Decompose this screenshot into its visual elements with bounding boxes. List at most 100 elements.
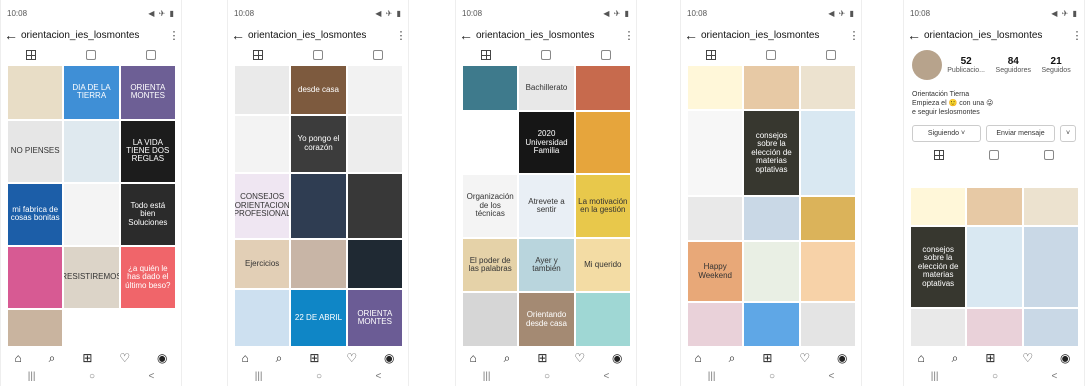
post-tile[interactable]: NO PIENSES <box>8 120 63 182</box>
add-post-icon[interactable]: ⊞ <box>985 351 995 365</box>
home-button-icon[interactable]: ○ <box>992 371 998 382</box>
recent-apps-icon[interactable]: ||| <box>708 371 716 382</box>
post-tile[interactable]: CONSEJOS ORIENTACION PROFESIONAL <box>235 173 290 239</box>
add-post-icon[interactable]: ⊞ <box>309 351 319 365</box>
reels-tab-icon[interactable] <box>766 50 776 60</box>
following-count[interactable]: 21 Seguidos <box>1042 56 1071 74</box>
post-tile[interactable]: Orientando desde casa <box>519 293 574 346</box>
home-button-icon[interactable]: ○ <box>544 371 550 382</box>
post-tile[interactable]: 22 DE ABRIL <box>291 289 346 346</box>
back-arrow-icon[interactable]: ← <box>681 27 701 43</box>
tagged-tab-icon[interactable] <box>1043 150 1054 161</box>
add-post-icon[interactable]: ⊞ <box>82 351 92 365</box>
heart-icon[interactable]: ♡ <box>799 351 810 365</box>
post-tile[interactable] <box>64 310 119 346</box>
reels-tab-icon[interactable] <box>988 150 999 161</box>
grid-tab-icon[interactable] <box>706 50 716 60</box>
post-tile[interactable]: consejos sobre la elección de materias o… <box>744 110 799 196</box>
post-tile[interactable] <box>64 183 119 245</box>
post-tile[interactable]: Ejercicios <box>235 240 290 288</box>
post-tile[interactable] <box>911 308 966 346</box>
home-icon[interactable]: ⌂ <box>694 351 701 365</box>
post-tile[interactable]: ORIENTA MONTES <box>120 66 175 119</box>
more-options-icon[interactable]: ⋮ <box>847 29 861 42</box>
post-tile[interactable] <box>800 197 855 240</box>
post-tile[interactable]: consejos sobre la elección de materias o… <box>911 227 966 307</box>
grid-tab-icon[interactable] <box>934 150 945 161</box>
post-tile[interactable] <box>575 293 630 346</box>
home-icon[interactable]: ⌂ <box>917 351 924 365</box>
more-options-icon[interactable]: ⋮ <box>167 29 181 42</box>
post-tile[interactable] <box>235 289 290 346</box>
search-icon[interactable]: ⌕ <box>504 351 511 366</box>
post-tile[interactable] <box>120 310 175 346</box>
post-tile[interactable]: RESISTIREMOS <box>64 246 119 309</box>
followers-count[interactable]: 84 Seguidores <box>996 56 1031 74</box>
recent-apps-icon[interactable]: ||| <box>255 371 263 382</box>
post-tile[interactable] <box>744 66 799 109</box>
heart-icon[interactable]: ♡ <box>1022 351 1033 365</box>
home-icon[interactable]: ⌂ <box>14 351 21 365</box>
grid-tab-icon[interactable] <box>253 50 263 60</box>
post-tile[interactable] <box>235 115 290 172</box>
more-options-icon[interactable]: ⋮ <box>622 29 636 42</box>
tagged-tab-icon[interactable] <box>826 50 836 60</box>
more-options-icon[interactable]: ⋮ <box>1070 29 1084 42</box>
post-tile[interactable] <box>1023 308 1078 346</box>
back-button-icon[interactable]: < <box>1051 371 1057 382</box>
recent-apps-icon[interactable]: ||| <box>28 371 36 382</box>
post-tile[interactable]: DIA DE LA TIERRA <box>64 66 119 119</box>
post-tile[interactable] <box>688 197 743 240</box>
post-tile[interactable] <box>575 112 630 174</box>
post-tile[interactable] <box>291 173 346 239</box>
post-tile[interactable] <box>688 110 743 196</box>
post-tile[interactable] <box>800 241 855 302</box>
post-tile[interactable] <box>688 66 743 109</box>
post-tile[interactable] <box>688 303 743 346</box>
post-tile[interactable] <box>744 303 799 346</box>
post-tile[interactable]: Mi querido <box>575 238 630 292</box>
post-tile[interactable]: Organización de los técnicas <box>463 175 518 237</box>
post-tile[interactable] <box>463 293 518 346</box>
profile-icon[interactable]: ◉ <box>837 351 847 365</box>
post-tile[interactable]: El poder de las palabras <box>463 238 518 292</box>
post-tile[interactable]: ¿a quién le has dado el último beso? <box>120 246 175 309</box>
post-tile[interactable] <box>347 173 402 239</box>
search-icon[interactable]: ⌕ <box>729 351 736 366</box>
back-button-icon[interactable]: < <box>375 371 381 382</box>
post-tile[interactable] <box>8 66 63 119</box>
post-tile[interactable]: mi fabrica de cosas bonitas <box>8 183 63 245</box>
post-tile[interactable] <box>64 120 119 182</box>
post-tile[interactable]: Todo está bien Soluciones <box>120 183 175 245</box>
post-tile[interactable]: Bachillerato <box>519 66 574 111</box>
post-tile[interactable]: LA VIDA TIENE DOS REGLAS <box>120 120 175 182</box>
post-tile[interactable] <box>8 246 63 309</box>
tagged-tab-icon[interactable] <box>601 50 611 60</box>
post-tile[interactable]: La motivación en la gestión <box>575 175 630 237</box>
search-icon[interactable]: ⌕ <box>276 351 283 366</box>
back-arrow-icon[interactable]: ← <box>228 27 248 43</box>
post-tile[interactable] <box>744 197 799 240</box>
following-button[interactable]: Siguiendo ˅ <box>912 125 981 143</box>
post-tile[interactable] <box>800 110 855 196</box>
home-button-icon[interactable]: ○ <box>316 371 322 382</box>
post-tile[interactable] <box>463 66 518 111</box>
more-options-icon[interactable]: ⋮ <box>394 29 408 42</box>
post-tile[interactable]: Atrevete a sentir <box>519 175 574 237</box>
add-post-icon[interactable]: ⊞ <box>762 351 772 365</box>
reels-tab-icon[interactable] <box>313 50 323 60</box>
post-tile[interactable]: ORIENTA MONTES <box>347 289 402 346</box>
post-tile[interactable] <box>800 303 855 346</box>
posts-count[interactable]: 52 Publicacio... <box>947 56 985 74</box>
post-tile[interactable] <box>575 66 630 111</box>
back-arrow-icon[interactable]: ← <box>456 27 476 43</box>
search-icon[interactable]: ⌕ <box>952 351 959 366</box>
post-tile[interactable] <box>1023 188 1078 226</box>
heart-icon[interactable]: ♡ <box>346 351 357 365</box>
home-icon[interactable]: ⌂ <box>241 351 248 365</box>
post-tile[interactable] <box>347 66 402 114</box>
post-tile[interactable] <box>744 241 799 302</box>
back-arrow-icon[interactable]: ← <box>1 27 21 43</box>
post-tile[interactable]: Happy Weekend <box>688 241 743 302</box>
post-tile[interactable] <box>291 240 346 288</box>
